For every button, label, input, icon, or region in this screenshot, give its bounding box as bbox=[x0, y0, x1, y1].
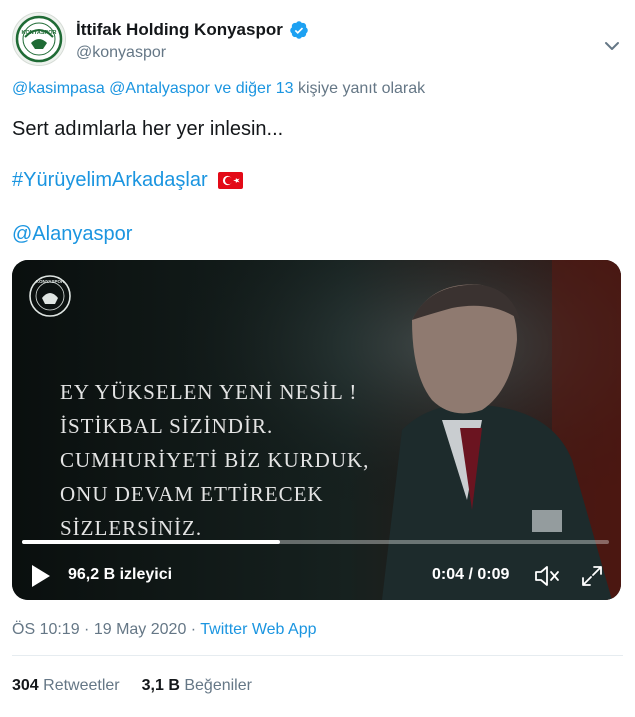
quote-line: CUMHURİYETİ BİZ KURDUK, bbox=[60, 448, 370, 472]
reply-others-link[interactable]: ve diğer 13 bbox=[214, 80, 293, 97]
turkey-flag-icon bbox=[217, 172, 243, 189]
quote-line: İSTİKBAL SİZİNDİR. bbox=[60, 414, 274, 438]
video-progress-fill bbox=[22, 540, 281, 544]
retweets-label: Retweetler bbox=[43, 677, 120, 694]
video-time: 0:04 / 0:09 bbox=[432, 566, 510, 583]
verified-badge-icon bbox=[290, 21, 308, 39]
video-controls: 96,2 B izleyici 0:04 / 0:09 bbox=[12, 556, 621, 596]
tweet-time[interactable]: ÖS 10:19 bbox=[12, 621, 80, 638]
tweet-header: KONYASPOR İttifak Holding Konyaspor @kon… bbox=[12, 12, 623, 70]
view-count: 96,2 B izleyici bbox=[68, 566, 173, 583]
quote-line: EY YÜKSELEN YENİ NESİL ! bbox=[60, 380, 358, 404]
author-name-row: İttifak Holding Konyaspor bbox=[76, 20, 309, 40]
likes-count: 3,1 B bbox=[141, 677, 180, 694]
mention-kasimpasa[interactable]: @kasimpasa bbox=[12, 80, 105, 97]
meta-separator: · bbox=[186, 621, 201, 638]
hashtag-link[interactable]: #YürüyelimArkadaşlar bbox=[12, 169, 208, 192]
video-quote: EY YÜKSELEN YENİ NESİL ! İSTİKBAL SİZİND… bbox=[60, 375, 369, 545]
tweet-timestamp: ÖS 10:19 · 19 May 2020 · Twitter Web App bbox=[12, 621, 316, 639]
tweet-date[interactable]: 19 May 2020 bbox=[94, 621, 187, 638]
reply-context: @kasimpasa @Antalyaspor ve diğer 13 kişi… bbox=[12, 80, 425, 98]
tweet-stats: 304 Retweetler 3,1 B Beğeniler bbox=[12, 677, 274, 695]
konyaspor-crest-icon[interactable]: KONYASPOR bbox=[12, 12, 66, 66]
divider bbox=[12, 655, 623, 656]
tweet-source-link[interactable]: Twitter Web App bbox=[200, 621, 316, 638]
chevron-down-icon[interactable] bbox=[601, 38, 623, 54]
tweet-text-line: Sert adımlarla her yer inlesin... bbox=[12, 118, 284, 140]
retweets-count: 304 bbox=[12, 677, 39, 694]
likes-label: Beğeniler bbox=[184, 677, 252, 694]
fullscreen-icon[interactable] bbox=[580, 564, 604, 588]
reply-suffix: kişiye yanıt olarak bbox=[297, 80, 426, 97]
meta-separator: · bbox=[79, 621, 94, 638]
club-logo-icon: KONYASPOR bbox=[29, 275, 71, 317]
retweets-stat[interactable]: 304 Retweetler bbox=[12, 677, 120, 695]
svg-text:KONYASPOR: KONYASPOR bbox=[36, 279, 65, 284]
hashtag-row: #YürüyelimArkadaşlar bbox=[12, 169, 243, 192]
quote-line: ONU DEVAM ETTİRECEK bbox=[60, 482, 324, 506]
volume-muted-icon[interactable] bbox=[534, 564, 560, 588]
play-icon[interactable] bbox=[30, 564, 52, 588]
author-handle[interactable]: @konyaspor bbox=[76, 44, 166, 62]
mention-antalyaspor[interactable]: @Antalyaspor bbox=[109, 80, 210, 97]
svg-text:KONYASPOR: KONYASPOR bbox=[22, 30, 57, 36]
video-player[interactable]: KONYASPOR EY YÜKSELEN YENİ NESİL ! İSTİK… bbox=[12, 260, 621, 600]
author-display-name[interactable]: İttifak Holding Konyaspor bbox=[76, 20, 283, 40]
video-progress-bar[interactable] bbox=[22, 540, 609, 544]
likes-stat[interactable]: 3,1 B Beğeniler bbox=[142, 677, 252, 695]
mention-alanyaspor[interactable]: @Alanyaspor bbox=[12, 223, 132, 246]
